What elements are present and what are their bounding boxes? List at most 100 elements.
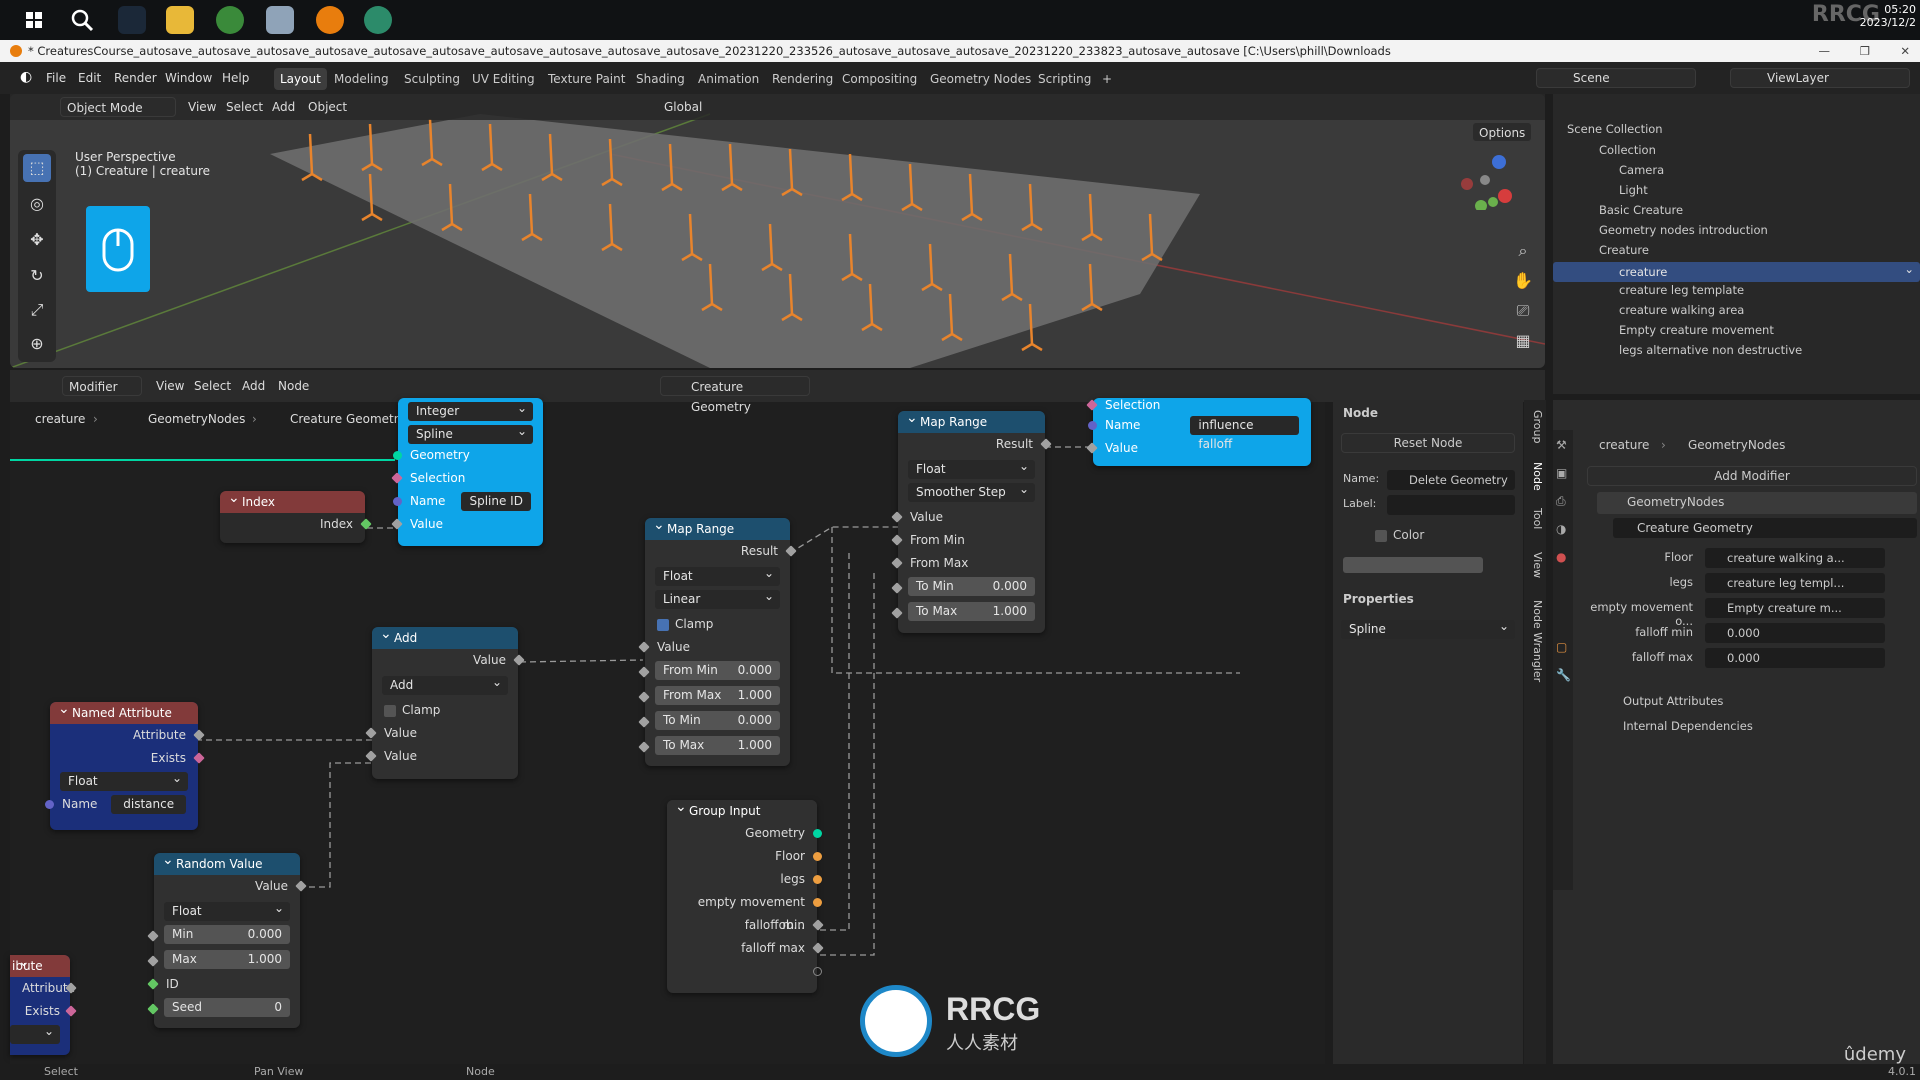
menu-render[interactable]: Render xyxy=(114,71,157,85)
group-output-empty[interactable]: empty movement ob... xyxy=(667,891,822,932)
outliner-item[interactable]: Camera xyxy=(1553,160,1920,180)
color-toggle[interactable]: Color xyxy=(1375,528,1424,542)
node-menu-select[interactable]: Select xyxy=(188,376,237,396)
name-field[interactable]: Spline ID xyxy=(461,492,531,511)
group-output-falloff-min[interactable]: falloff min xyxy=(667,914,824,937)
cursor-tool-icon[interactable]: ◎ xyxy=(23,190,51,218)
windows-start-icon[interactable] xyxy=(20,6,48,34)
menu-window[interactable]: Window xyxy=(165,71,212,85)
modifier-input-field[interactable]: creature leg templ... xyxy=(1705,573,1885,593)
reset-node-button[interactable]: Reset Node xyxy=(1341,433,1515,453)
outliner-item[interactable]: Basic Creature xyxy=(1553,200,1920,220)
named-attr-type-dropdown[interactable]: Float xyxy=(60,769,188,791)
store-attribute-node[interactable]: Integer Spline Geometry Selection NameSp… xyxy=(391,398,543,546)
tab-tool[interactable]: Tool xyxy=(1526,508,1544,529)
props-object[interactable]: creature xyxy=(1599,438,1649,452)
tab-sculpting[interactable]: Sculpting xyxy=(398,68,466,90)
modifier-input-field[interactable]: 0.000 xyxy=(1705,648,1885,668)
3d-viewport[interactable] xyxy=(10,94,1545,368)
node-menu-node[interactable]: Node xyxy=(272,376,315,396)
add-input-2[interactable]: Value xyxy=(365,745,518,768)
name-socket[interactable]: Name Spline ID xyxy=(393,490,543,513)
tab-shading[interactable]: Shading xyxy=(630,68,691,90)
transform-orientation-dropdown[interactable]: Global xyxy=(658,97,708,117)
max-input[interactable]: Max 1.000 xyxy=(147,950,300,973)
search-icon[interactable] xyxy=(68,6,96,34)
app-icon[interactable] xyxy=(364,6,392,34)
file-explorer-icon[interactable] xyxy=(166,6,194,34)
geometry-socket[interactable]: Geometry xyxy=(393,444,543,467)
outliner-item[interactable]: legs alternative non destructive xyxy=(1553,340,1920,360)
map2-from-min[interactable]: From Min xyxy=(891,529,1045,552)
object-tab-icon[interactable]: ▢ xyxy=(1556,640,1567,654)
add-workspace-button[interactable]: + xyxy=(1096,68,1118,90)
group-output-floor[interactable]: Floor xyxy=(667,845,822,868)
viewport-menu-add[interactable]: Add xyxy=(266,97,301,117)
seed-input[interactable]: Seed 0 xyxy=(147,998,300,1021)
chrome-icon[interactable] xyxy=(216,6,244,34)
group-input-node[interactable]: Group Input Geometry Floor legs empty mo… xyxy=(667,796,824,993)
node-group-selector[interactable]: Creature Geometry xyxy=(1613,518,1917,538)
breadcrumb-modifier[interactable]: GeometryNodes xyxy=(148,412,245,426)
outliner-item[interactable]: creature walking area xyxy=(1553,300,1920,320)
editor-mode-dropdown[interactable]: Modifier xyxy=(62,376,142,396)
name-field[interactable]: influence falloff xyxy=(1190,416,1299,451)
outliner-item[interactable]: Empty creature movement xyxy=(1553,320,1920,340)
tab-node-wrangler[interactable]: Node Wrangler xyxy=(1526,600,1544,682)
partial-type-dropdown[interactable] xyxy=(10,1022,60,1044)
scale-tool-icon[interactable]: ⤢ xyxy=(23,296,51,324)
map1-value-input[interactable]: Value xyxy=(638,636,790,659)
breadcrumb-tree[interactable]: Creature Geometry xyxy=(290,412,406,426)
data-type-dropdown[interactable]: Integer xyxy=(408,399,533,421)
node-section-header[interactable]: Node xyxy=(1343,406,1378,420)
scene-selector[interactable]: Scene xyxy=(1536,68,1696,88)
group-output-empty-socket[interactable] xyxy=(667,960,822,983)
exists-output[interactable]: Exists xyxy=(10,1000,77,1023)
map2-result-output[interactable]: Result xyxy=(898,433,1052,456)
selection-socket[interactable]: Selection xyxy=(1086,398,1311,414)
map1-to-max[interactable]: To Max 1.000 xyxy=(638,736,790,759)
transform-tool-icon[interactable]: ⊕ xyxy=(23,330,51,358)
partial-named-attribute-node[interactable]: ibute Attribute Exists xyxy=(10,951,77,1055)
add-output[interactable]: Value xyxy=(372,649,525,672)
color-swatch[interactable] xyxy=(1343,557,1483,573)
move-tool-icon[interactable]: ✥ xyxy=(23,226,51,254)
node-label-field[interactable] xyxy=(1387,495,1515,515)
viewport-menu-object[interactable]: Object xyxy=(302,97,353,117)
grid-view-icon[interactable]: ▦ xyxy=(1510,326,1536,356)
random-value-node[interactable]: Random Value Value Float Min0.000 Max1.0… xyxy=(147,849,307,1028)
index-node[interactable]: Index Index xyxy=(220,487,372,543)
output-attributes-panel[interactable]: Output Attributes xyxy=(1623,694,1723,708)
tab-group[interactable]: Group xyxy=(1526,410,1544,444)
tab-scripting[interactable]: Scripting xyxy=(1032,68,1097,90)
map-range-node-1[interactable]: Map Range Result Float Linear Clamp Valu… xyxy=(638,514,797,766)
map1-clamp-checkbox[interactable]: Clamp xyxy=(645,613,790,636)
view-layer-selector[interactable]: ViewLayer xyxy=(1730,68,1910,88)
select-tool-icon[interactable]: ⬚ xyxy=(23,154,51,182)
outliner-item[interactable]: Light xyxy=(1553,180,1920,200)
tab-rendering[interactable]: Rendering xyxy=(766,68,839,90)
exists-output[interactable]: Exists xyxy=(50,747,205,770)
outliner-item[interactable]: creature leg template xyxy=(1553,280,1920,300)
math-operation-dropdown[interactable]: Add xyxy=(382,673,508,695)
clamp-checkbox[interactable]: Clamp xyxy=(372,699,518,722)
props-modifier-path[interactable]: GeometryNodes xyxy=(1688,438,1785,452)
modifier-input-field[interactable]: Empty creature m... xyxy=(1705,598,1885,618)
value-socket[interactable]: Value xyxy=(391,513,543,536)
outliner-item[interactable]: creature xyxy=(1553,259,1920,282)
steam-icon[interactable] xyxy=(118,6,146,34)
close-icon[interactable]: ✕ xyxy=(1900,40,1910,62)
tab-modeling[interactable]: Modeling xyxy=(328,68,395,90)
output-tab-icon[interactable]: ⎙ xyxy=(1556,494,1566,509)
math-add-node[interactable]: Add Value Add Clamp Value Value xyxy=(365,623,525,779)
node-menu-view[interactable]: View xyxy=(150,376,190,396)
modifier-tab-icon[interactable]: 🔧 xyxy=(1556,668,1571,682)
zoom-icon[interactable]: ⌕ xyxy=(1510,236,1536,266)
map1-from-min[interactable]: From Min 0.000 xyxy=(638,661,790,684)
group-output-geometry[interactable]: Geometry xyxy=(667,822,822,845)
camera-view-icon[interactable]: ⎚ xyxy=(1510,296,1536,326)
id-input[interactable]: ID xyxy=(147,973,300,996)
menu-file[interactable]: File xyxy=(46,71,66,85)
viewport-menu-view[interactable]: View xyxy=(182,97,222,117)
domain-dropdown[interactable]: Spline xyxy=(408,422,533,444)
